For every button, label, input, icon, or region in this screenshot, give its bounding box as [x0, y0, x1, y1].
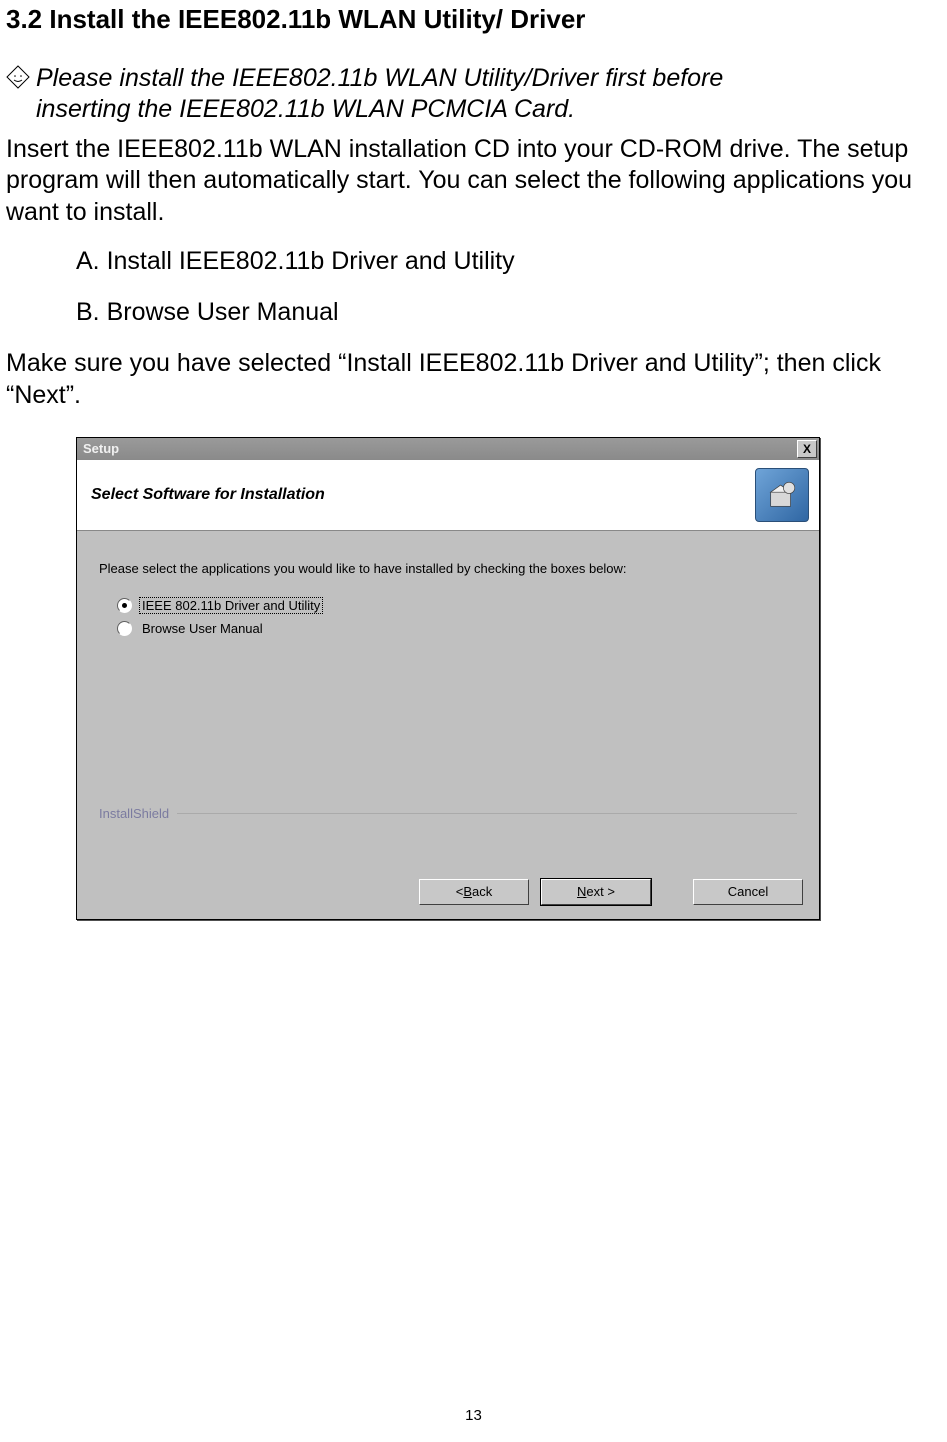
dialog-body: Please select the applications you would… — [77, 531, 819, 869]
btn-underline: N — [577, 884, 586, 899]
btn-text: ack — [472, 884, 492, 899]
btn-text: Cancel — [728, 884, 768, 899]
setup-dialog: Setup X Select Software for Installation… — [76, 437, 820, 920]
note-text: Please install the IEEE802.11b WLAN Util… — [36, 63, 723, 124]
note-block: Please install the IEEE802.11b WLAN Util… — [6, 63, 941, 124]
screenshot-figure: Setup X Select Software for Installation… — [76, 437, 941, 920]
next-button[interactable]: Next > — [541, 879, 651, 905]
dialog-titlebar[interactable]: Setup X — [77, 438, 819, 460]
installshield-brand-row: InstallShield — [99, 806, 797, 821]
dialog-heading: Select Software for Installation — [91, 486, 325, 504]
close-icon: X — [803, 442, 811, 456]
paragraph-instruction: Make sure you have selected “Install IEE… — [6, 348, 941, 411]
divider — [177, 813, 797, 814]
back-button[interactable]: < Back — [419, 879, 529, 905]
dialog-button-row: < Back Next > Cancel — [77, 869, 819, 919]
btn-text: < — [456, 884, 464, 899]
note-diamond-icon — [6, 65, 30, 89]
btn-underline: B — [463, 884, 472, 899]
document-page: 3.2 Install the IEEE802.11b WLAN Utility… — [0, 4, 947, 1442]
list-item: A. Install IEEE802.11b Driver and Utilit… — [76, 246, 941, 277]
radio-option-browse-manual[interactable]: Browse User Manual — [117, 621, 797, 636]
dialog-header: Select Software for Installation — [77, 460, 819, 531]
radio-label: IEEE 802.11b Driver and Utility — [140, 598, 322, 613]
close-button[interactable]: X — [797, 440, 817, 458]
cancel-button[interactable]: Cancel — [693, 879, 803, 905]
note-text-line1: Please install the IEEE802.11b WLAN Util… — [36, 64, 723, 92]
dialog-prompt: Please select the applications you would… — [99, 561, 797, 576]
radio-icon[interactable] — [117, 598, 132, 613]
install-options-list: A. Install IEEE802.11b Driver and Utilit… — [76, 246, 941, 329]
radio-icon[interactable] — [117, 621, 132, 636]
btn-text: ext > — [586, 884, 615, 899]
installshield-label: InstallShield — [99, 806, 169, 821]
paragraph-intro: Insert the IEEE802.11b WLAN installation… — [6, 134, 941, 228]
radio-option-driver-utility[interactable]: IEEE 802.11b Driver and Utility — [117, 598, 797, 613]
list-item: B. Browse User Manual — [76, 297, 941, 328]
note-text-line2: inserting the IEEE802.11b WLAN PCMCIA Ca… — [36, 94, 723, 125]
section-heading: 3.2 Install the IEEE802.11b WLAN Utility… — [6, 4, 941, 35]
spacer — [663, 879, 681, 905]
dialog-title: Setup — [83, 441, 119, 456]
radio-label: Browse User Manual — [140, 621, 265, 636]
page-number: 13 — [0, 1407, 947, 1424]
install-box-icon — [755, 468, 809, 522]
